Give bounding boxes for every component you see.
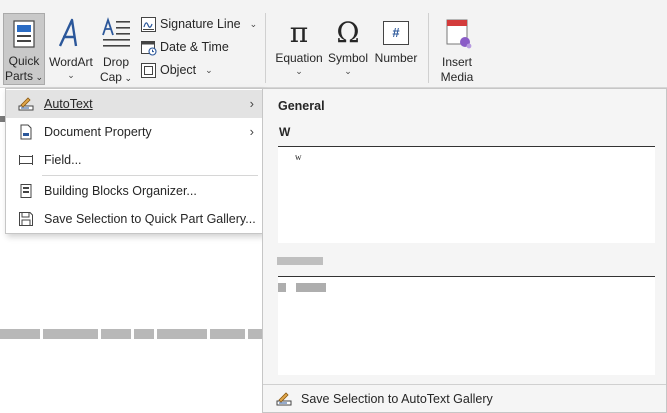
quick-parts-label-2: Parts ⌄ xyxy=(4,69,44,83)
menu-item-building-blocks-organizer[interactable]: Building Blocks Organizer... xyxy=(6,177,262,205)
quick-parts-icon xyxy=(13,20,35,48)
equation-label: Equation xyxy=(275,51,323,65)
autotext-label: AutoText xyxy=(44,97,93,111)
number-icon: # xyxy=(378,17,414,49)
chevron-down-icon: ⌄ xyxy=(295,66,303,76)
obscured-document-text xyxy=(0,322,270,346)
equation-button[interactable]: π Equation ⌄ xyxy=(273,14,325,84)
calendar-icon xyxy=(141,40,157,56)
group-separator xyxy=(265,13,266,83)
signature-line-icon xyxy=(141,16,156,32)
document-property-label: Document Property xyxy=(44,125,152,139)
quick-parts-button[interactable]: Quick Parts ⌄ xyxy=(3,13,45,85)
gallery-category-heading: General xyxy=(278,99,325,113)
insert-media-icon xyxy=(446,19,472,49)
menu-separator xyxy=(42,175,258,176)
object-button[interactable]: Object ⌄ xyxy=(140,60,213,80)
save-selection-quick-part-label: Save Selection to Quick Part Gallery... xyxy=(44,212,256,226)
group-separator xyxy=(428,13,429,83)
object-icon xyxy=(141,62,156,78)
quick-parts-menu: AutoText › Document Property › Field... … xyxy=(5,88,263,234)
chevron-down-icon: ⌄ xyxy=(344,66,352,76)
obscured-entry-text xyxy=(296,283,326,292)
autotext-entry-text: w xyxy=(295,152,302,162)
obscured-entry-name xyxy=(277,257,323,265)
quick-parts-label-1: Quick xyxy=(8,54,40,68)
symbol-label: Symbol xyxy=(327,51,368,65)
chevron-down-icon: ⌄ xyxy=(249,18,258,29)
wordart-icon xyxy=(58,18,78,47)
omega-icon: Ω xyxy=(336,16,360,49)
signature-line-button[interactable]: Signature Line ⌄ xyxy=(140,14,257,34)
building-blocks-icon xyxy=(20,184,32,198)
menu-item-autotext[interactable]: AutoText › xyxy=(6,90,262,118)
chevron-right-icon: › xyxy=(249,96,254,111)
obscured-entry-text xyxy=(278,283,286,292)
number-button[interactable]: # Number xyxy=(371,14,421,84)
drop-cap-label-2: Cap ⌄ xyxy=(99,70,133,84)
wordart-button[interactable]: WordArt ⌄ xyxy=(46,14,96,84)
autotext-icon xyxy=(276,391,292,405)
save-selection-autotext-label: Save Selection to AutoText Gallery xyxy=(301,391,493,406)
menu-item-save-selection-quick-part[interactable]: Save Selection to Quick Part Gallery... xyxy=(6,205,262,233)
object-label: Object xyxy=(160,63,197,77)
pi-icon: π xyxy=(289,16,309,49)
signature-line-label: Signature Line xyxy=(160,17,241,31)
insert-media-label-1: Insert xyxy=(441,55,472,69)
insert-media-button[interactable]: Insert Media xyxy=(434,14,480,84)
insert-media-label-2: Media xyxy=(440,70,474,84)
chevron-down-icon: ⌄ xyxy=(205,64,213,75)
menu-item-document-property[interactable]: Document Property › xyxy=(6,118,262,146)
autotext-entry-preview[interactable]: w xyxy=(278,146,655,243)
drop-cap-button[interactable]: Drop Cap ⌄ xyxy=(97,14,135,84)
drop-cap-label-1: Drop xyxy=(102,55,129,69)
drop-cap-icon xyxy=(102,17,130,47)
wordart-label: WordArt xyxy=(49,55,93,69)
symbol-button[interactable]: Ω Symbol ⌄ xyxy=(326,14,370,84)
field-label: Field... xyxy=(44,153,82,167)
save-icon xyxy=(19,212,33,226)
chevron-down-icon: ⌄ xyxy=(67,70,75,80)
document-property-icon xyxy=(20,124,32,140)
chevron-right-icon: › xyxy=(249,124,254,139)
menu-item-field[interactable]: Field... xyxy=(6,146,262,174)
autotext-entry-name: W xyxy=(279,125,291,139)
ribbon-insert-tab: Quick Parts ⌄ WordArt ⌄ Drop Cap ⌄ Signa… xyxy=(0,0,667,88)
date-time-button[interactable]: Date & Time xyxy=(140,37,229,57)
autotext-gallery: General W w Save Selection to AutoText G… xyxy=(262,88,667,413)
autotext-entry-preview[interactable] xyxy=(278,276,655,375)
save-selection-autotext-button[interactable]: Save Selection to AutoText Gallery xyxy=(263,385,666,412)
autotext-icon xyxy=(18,97,34,111)
building-blocks-label: Building Blocks Organizer... xyxy=(44,184,197,198)
field-icon xyxy=(19,155,33,165)
date-time-label: Date & Time xyxy=(160,40,229,54)
number-label: Number xyxy=(374,51,418,65)
